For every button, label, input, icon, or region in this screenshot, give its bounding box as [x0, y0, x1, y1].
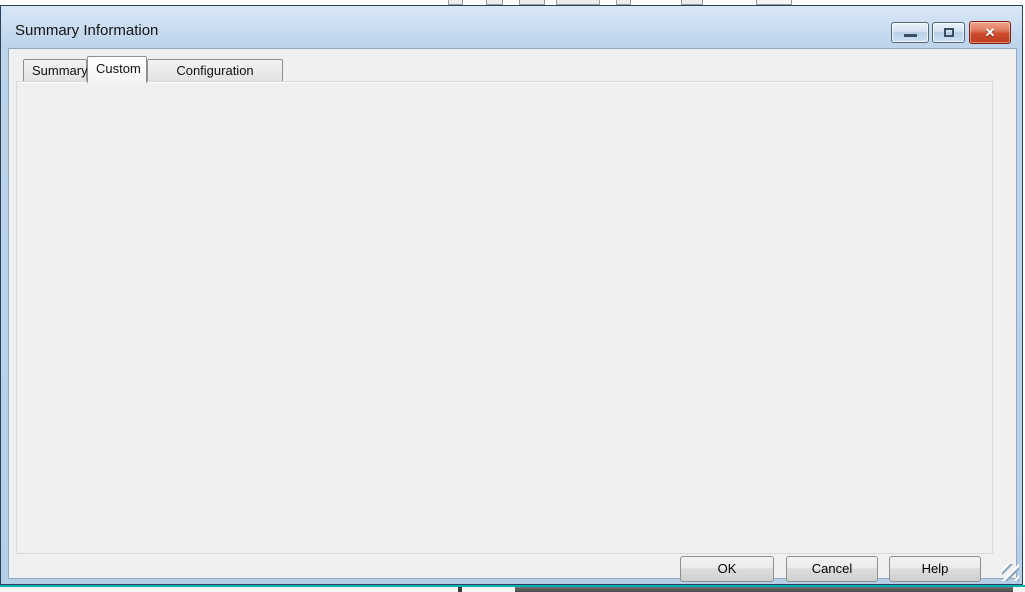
- close-button[interactable]: ✕: [969, 21, 1011, 44]
- ok-button[interactable]: OK: [680, 556, 774, 582]
- background-statusbar-fragment: [515, 587, 1013, 592]
- maximize-icon: [944, 28, 954, 37]
- dialog-client-area: Summary Custom Configuration Specific De…: [8, 48, 1017, 579]
- cancel-button[interactable]: Cancel: [786, 556, 878, 582]
- tab-page-custom: [16, 81, 993, 554]
- tab-custom[interactable]: Custom: [87, 56, 147, 83]
- resize-grip[interactable]: [1002, 564, 1019, 581]
- background-statusbar-tick: [458, 587, 462, 592]
- minimize-icon: [904, 34, 917, 37]
- help-button[interactable]: Help: [889, 556, 981, 582]
- maximize-button[interactable]: [932, 22, 965, 43]
- tab-summary[interactable]: Summary: [23, 59, 87, 82]
- tab-configuration-specific[interactable]: Configuration Specific: [147, 59, 283, 82]
- dialog-title: Summary Information: [15, 22, 158, 39]
- summary-information-dialog: Summary Information ✕ Summary Custom Con…: [0, 5, 1023, 585]
- screen: Summary Information ✕ Summary Custom Con…: [0, 0, 1025, 592]
- titlebar[interactable]: Summary Information ✕: [2, 6, 1021, 48]
- background-teal-edge: [0, 585, 1025, 587]
- minimize-button[interactable]: [891, 22, 929, 43]
